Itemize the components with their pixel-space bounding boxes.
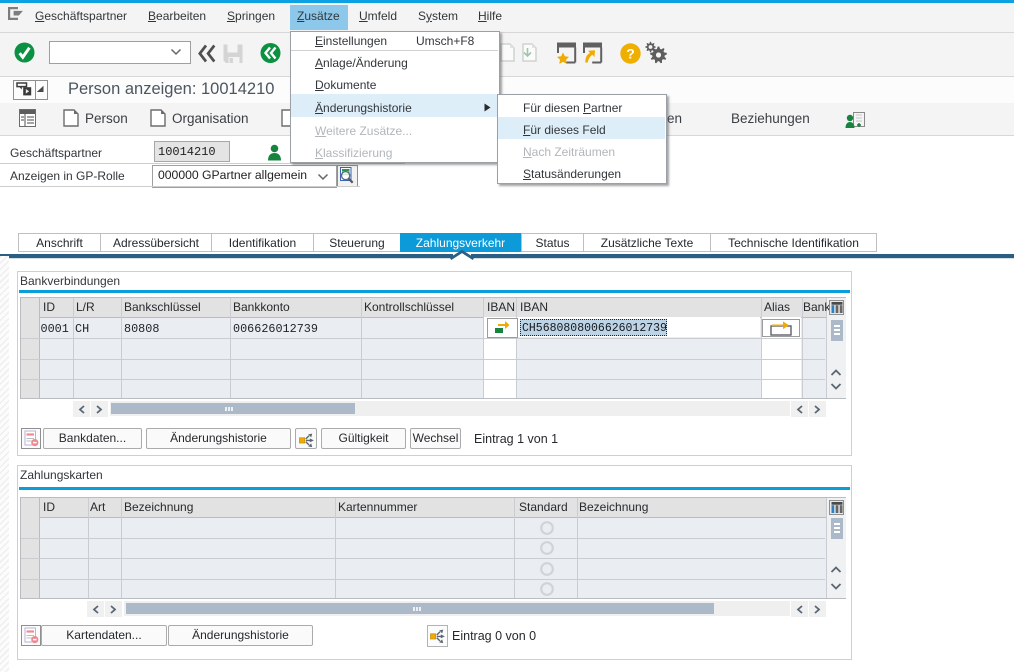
svg-text:?: ? [626,46,635,62]
